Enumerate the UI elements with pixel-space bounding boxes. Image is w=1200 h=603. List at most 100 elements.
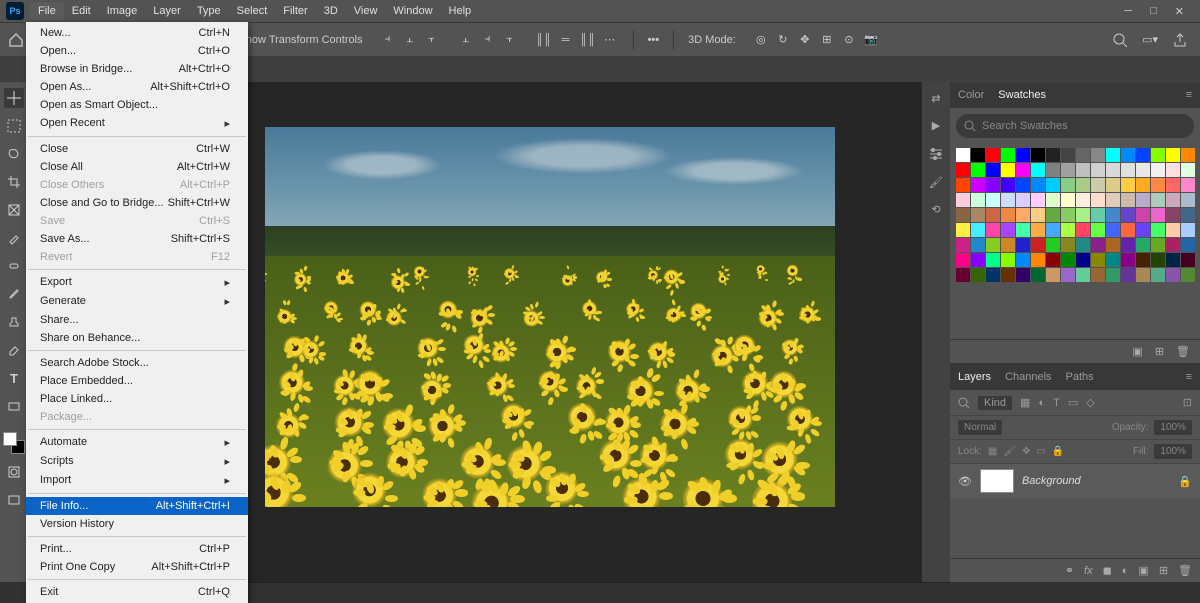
swatch[interactable] [1136,268,1150,282]
swatch[interactable] [1121,178,1135,192]
swatch[interactable] [1136,238,1150,252]
swatch[interactable] [971,253,985,267]
swatch[interactable] [1016,163,1030,177]
folder-icon[interactable]: ▣ [1132,345,1142,358]
swatch[interactable] [1181,163,1195,177]
menu-filter[interactable]: Filter [275,2,315,20]
swatch[interactable] [1001,163,1015,177]
swatch[interactable] [1106,163,1120,177]
eraser-tool[interactable] [4,340,24,360]
menu-view[interactable]: View [346,2,386,20]
swatch[interactable] [1061,163,1075,177]
swatch[interactable] [971,148,985,162]
swatch[interactable] [1076,223,1090,237]
swatch[interactable] [1031,253,1045,267]
swatch[interactable] [1091,253,1105,267]
swatch[interactable] [1031,223,1045,237]
swatch[interactable] [1151,178,1165,192]
swatch[interactable] [1181,178,1195,192]
swatch[interactable] [1136,148,1150,162]
menu-item-place-embedded[interactable]: Place Embedded... [26,372,248,390]
swatch[interactable] [986,238,1000,252]
swatch[interactable] [1166,238,1180,252]
menu-item-close-and-go-to-bridge[interactable]: Close and Go to Bridge...Shift+Ctrl+W [26,194,248,212]
swatch[interactable] [956,208,970,222]
swatch[interactable] [1106,208,1120,222]
swatch[interactable] [1031,148,1045,162]
swatch[interactable] [1046,163,1060,177]
swatch[interactable] [986,268,1000,282]
screen-mode-icon[interactable] [4,490,24,510]
tab-color[interactable]: Color [958,89,984,101]
swatch[interactable] [1076,208,1090,222]
menu-item-open[interactable]: Open...Ctrl+O [26,42,248,60]
swatch[interactable] [1046,148,1060,162]
swatch[interactable] [1016,148,1030,162]
swatch[interactable] [1106,268,1120,282]
filter-toggle[interactable]: ⊡ [1183,396,1192,409]
distribute-icon3[interactable]: ║║ [579,31,597,49]
swatch[interactable] [1001,193,1015,207]
menu-edit[interactable]: Edit [64,2,99,20]
swatch[interactable] [1106,193,1120,207]
roll-icon[interactable]: ↻ [774,31,792,49]
swatch[interactable] [971,193,985,207]
lock-all-icon[interactable]: 🔒 [1052,446,1064,457]
swatch[interactable] [1001,223,1015,237]
swatch[interactable] [1121,193,1135,207]
heal-tool[interactable] [4,256,24,276]
swatch[interactable] [1091,193,1105,207]
swatch[interactable] [986,163,1000,177]
swatch[interactable] [1151,193,1165,207]
align-bottom-icon[interactable]: ⫟ [501,31,519,49]
swatch[interactable] [1091,268,1105,282]
swatch[interactable] [1061,238,1075,252]
stamp-tool[interactable] [4,312,24,332]
cam-icon[interactable]: 📷 [862,31,880,49]
swatch[interactable] [986,208,1000,222]
swatch[interactable] [1166,208,1180,222]
group-icon[interactable]: ▣ [1138,564,1148,577]
swatch[interactable] [1181,268,1195,282]
swatch[interactable] [1136,163,1150,177]
swatch-search[interactable]: Search Swatches [956,114,1194,138]
swatch[interactable] [971,163,985,177]
menu-item-share[interactable]: Share... [26,311,248,329]
menu-item-version-history[interactable]: Version History [26,515,248,533]
menu-type[interactable]: Type [189,2,229,20]
menu-layer[interactable]: Layer [145,2,189,20]
swatch[interactable] [1181,223,1195,237]
swatch[interactable] [956,268,970,282]
opacity-value[interactable]: 100% [1154,420,1192,435]
menu-image[interactable]: Image [99,2,146,20]
swap-icon[interactable]: ⇄ [931,92,940,105]
filter-adjust-icon[interactable]: ◐ [1038,397,1045,409]
menu-item-share-on-behance[interactable]: Share on Behance... [26,329,248,347]
close-icon[interactable]: ✕ [1175,5,1184,18]
swatch[interactable] [1076,163,1090,177]
swatch[interactable] [1076,253,1090,267]
mask-icon[interactable]: ◼ [1103,564,1112,577]
tab-channels[interactable]: Channels [1005,371,1051,383]
filter-type-icon[interactable]: T [1053,397,1060,409]
swatch[interactable] [1166,223,1180,237]
orbit-icon[interactable]: ◎ [752,31,770,49]
eyedropper-tool[interactable] [4,228,24,248]
swatch[interactable] [1001,178,1015,192]
swatch[interactable] [1091,163,1105,177]
swatch[interactable] [1091,238,1105,252]
swatch[interactable] [1166,148,1180,162]
align-top-icon[interactable]: ⫠ [457,31,475,49]
swatch[interactable] [1076,148,1090,162]
swatch[interactable] [986,253,1000,267]
swatch[interactable] [1166,268,1180,282]
swatch[interactable] [1121,238,1135,252]
frame-tool[interactable] [4,200,24,220]
swatch[interactable] [971,178,985,192]
menu-item-open-recent[interactable]: Open Recent▸ [26,114,248,133]
filter-smart-icon[interactable]: ◇ [1086,396,1094,409]
menu-item-new[interactable]: New...Ctrl+N [26,24,248,42]
panel-menu-icon[interactable]: ≡ [1186,89,1192,101]
swatch[interactable] [956,238,970,252]
swatch[interactable] [1121,268,1135,282]
